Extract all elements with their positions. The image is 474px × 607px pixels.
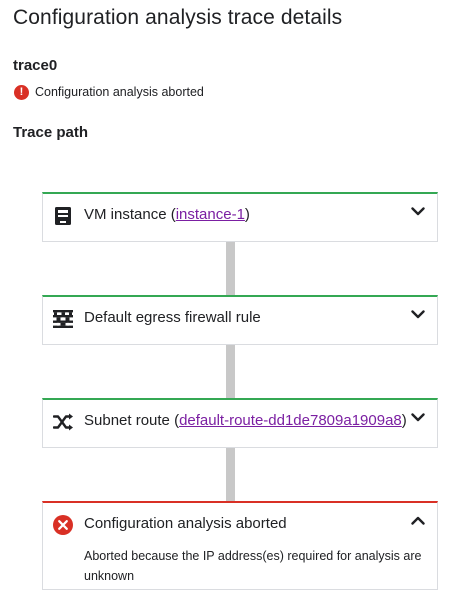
expand-chevron-icon[interactable] bbox=[409, 305, 427, 323]
error-circle-icon bbox=[53, 515, 73, 535]
step-label-suffix: ) bbox=[401, 412, 407, 429]
step-label: Default egress firewall rule bbox=[84, 309, 261, 326]
step-label-prefix: Subnet route ( bbox=[84, 412, 180, 429]
trace-path-heading: Trace path bbox=[13, 124, 89, 141]
trace-status: ! Configuration analysis aborted bbox=[14, 83, 204, 101]
route-link[interactable]: default-route-dd1de7809a1909a8 bbox=[179, 412, 402, 429]
route-icon bbox=[53, 412, 73, 432]
trace-step-subnet-route[interactable]: Subnet route (default-route-dd1de7809a19… bbox=[42, 398, 438, 448]
step-label-suffix: ) bbox=[244, 206, 250, 223]
trace-connector bbox=[226, 242, 235, 295]
page-title: Configuration analysis trace details bbox=[13, 6, 343, 29]
collapse-chevron-icon[interactable] bbox=[409, 511, 427, 529]
expand-chevron-icon[interactable] bbox=[409, 202, 427, 220]
error-icon: ! bbox=[14, 84, 29, 100]
trace-connector bbox=[226, 448, 235, 501]
step-label: VM instance (instance-1) bbox=[84, 206, 250, 223]
firewall-icon bbox=[53, 309, 73, 329]
step-label: Subnet route (default-route-dd1de7809a19… bbox=[84, 412, 407, 429]
step-detail-text: Aborted because the IP address(es) requi… bbox=[84, 549, 422, 583]
instance-link[interactable]: instance-1 bbox=[176, 206, 245, 223]
trace-status-text: Configuration analysis aborted bbox=[35, 85, 204, 99]
trace-step-aborted[interactable]: Configuration analysis aborted Aborted b… bbox=[42, 501, 438, 590]
trace-connector bbox=[226, 345, 235, 398]
step-label: Configuration analysis aborted bbox=[84, 515, 287, 532]
step-label-prefix: VM instance ( bbox=[84, 206, 176, 223]
trace-step-firewall-rule[interactable]: Default egress firewall rule bbox=[42, 295, 438, 345]
trace-step-vm-instance[interactable]: VM instance (instance-1) bbox=[42, 192, 438, 242]
expand-chevron-icon[interactable] bbox=[409, 408, 427, 426]
trace-name: trace0 bbox=[13, 57, 58, 74]
vm-instance-icon bbox=[53, 206, 73, 226]
